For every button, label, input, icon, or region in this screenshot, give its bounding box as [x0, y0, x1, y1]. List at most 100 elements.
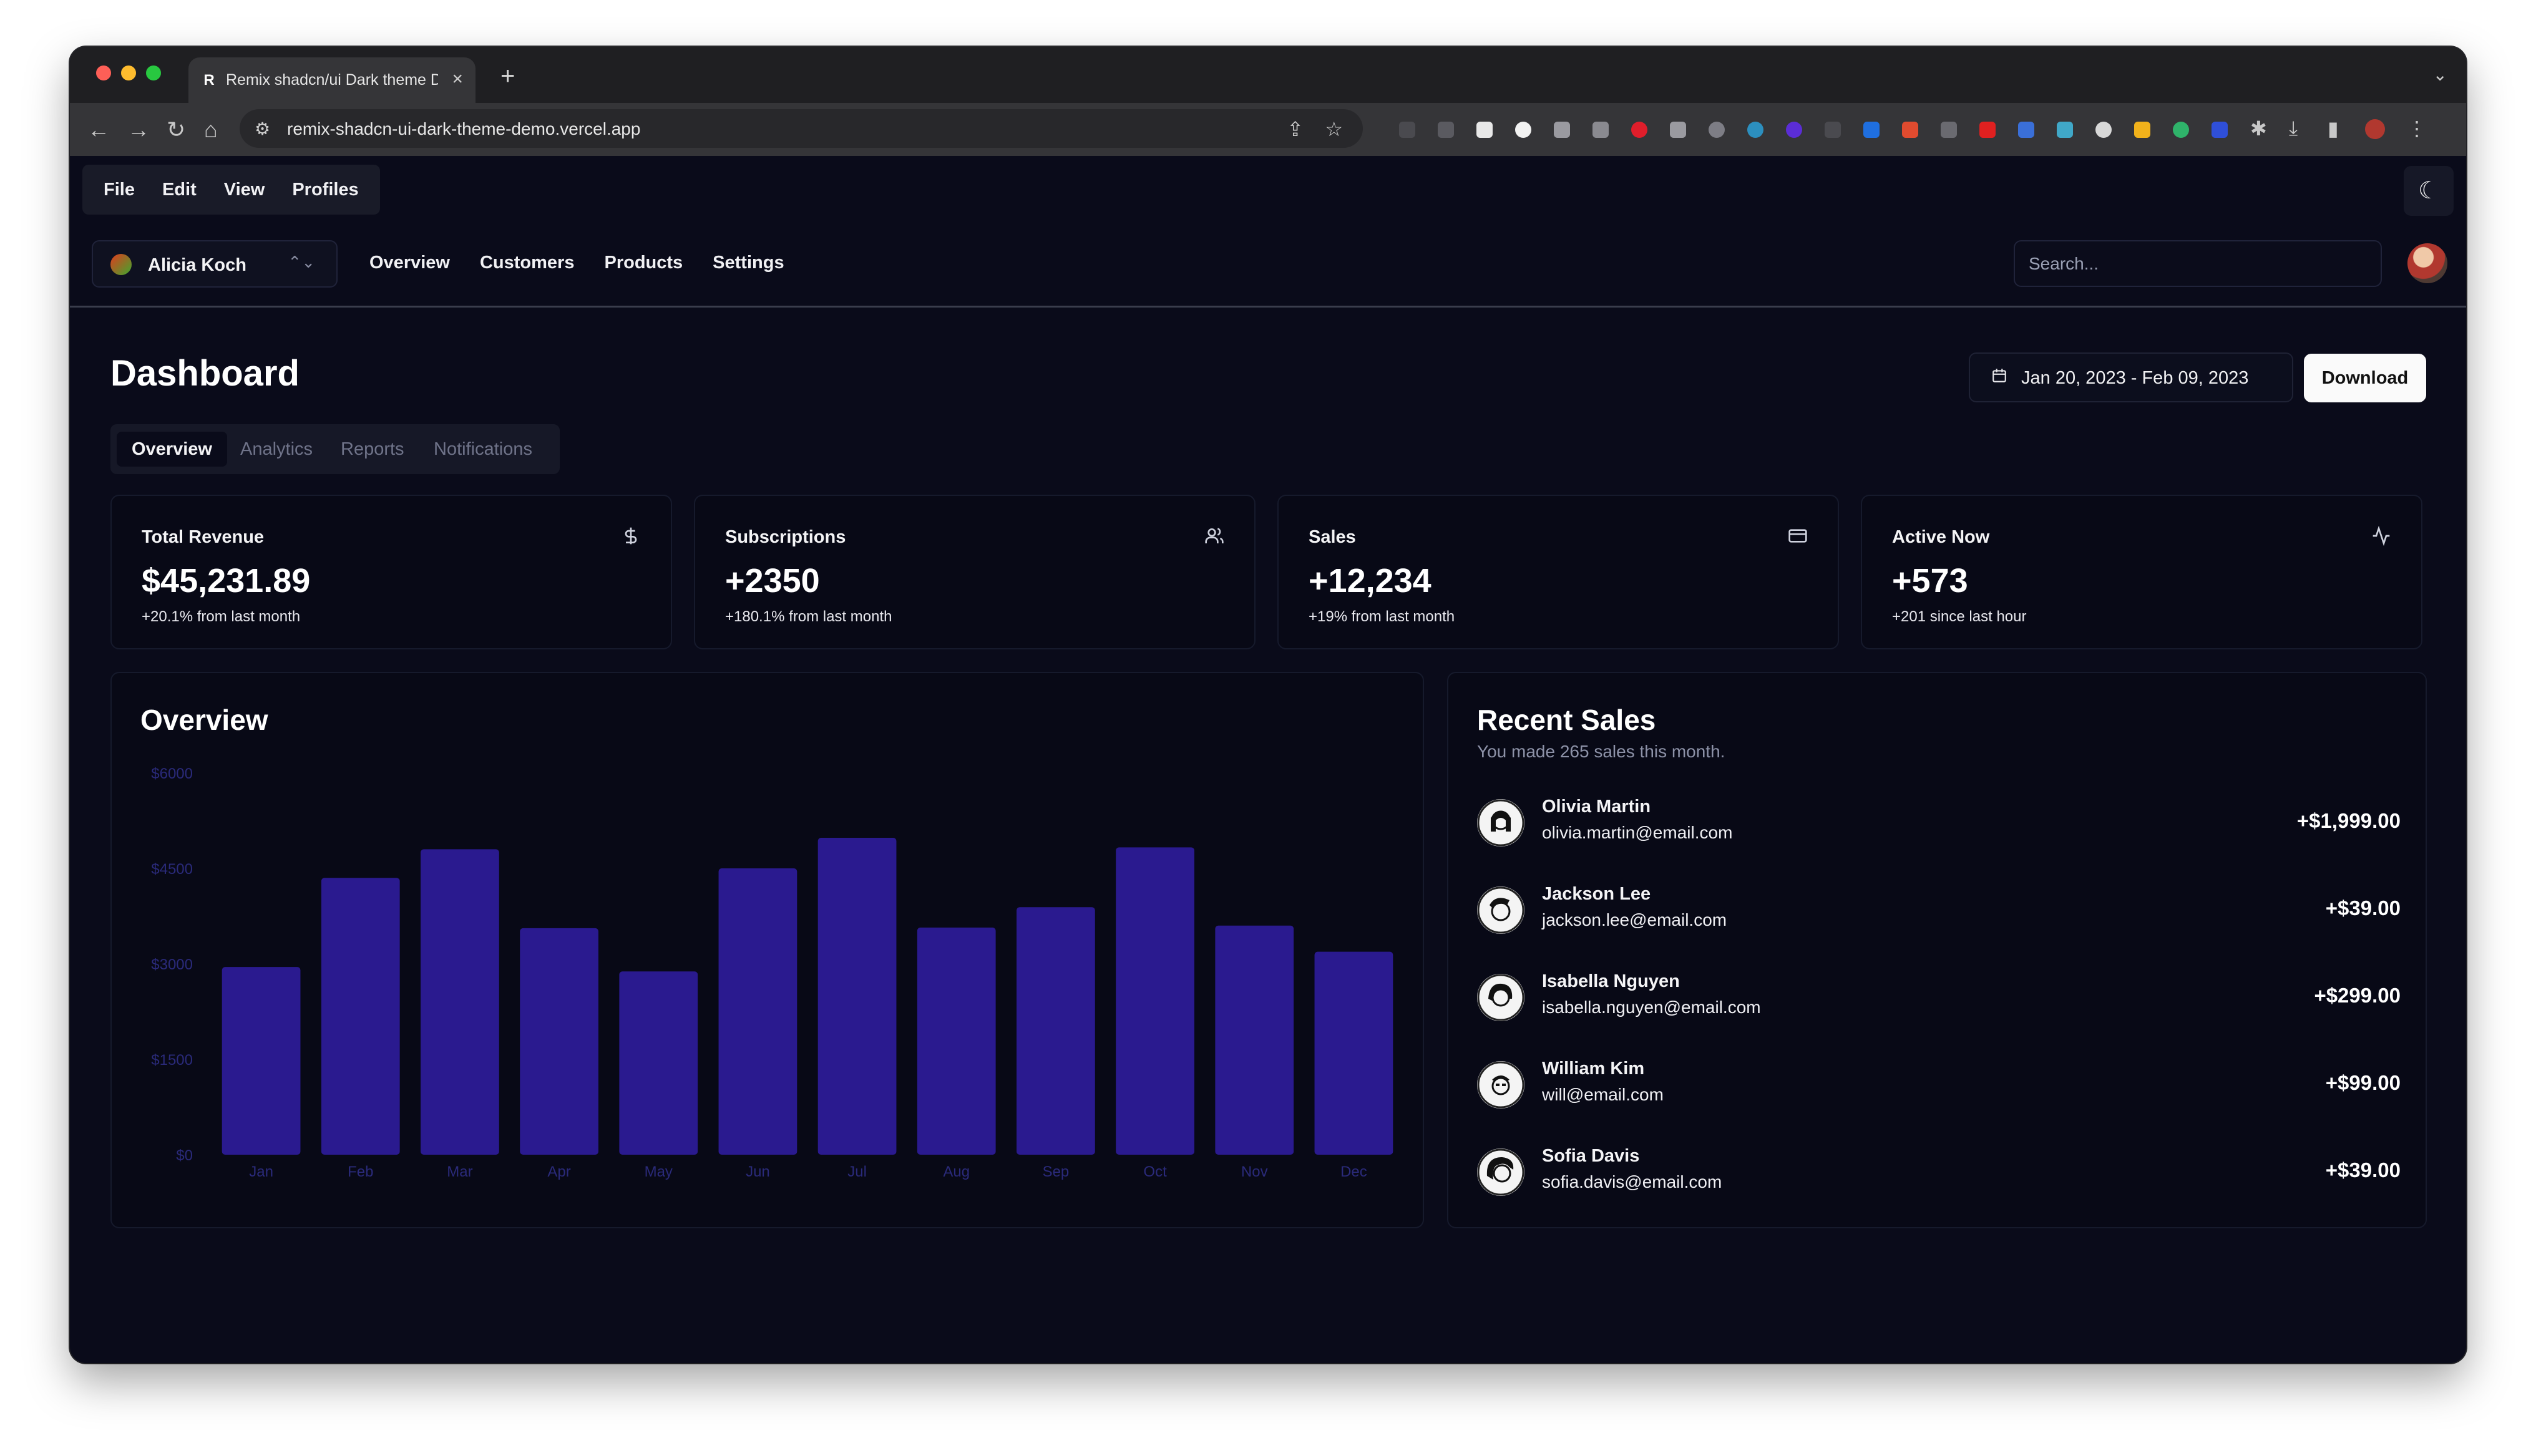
- browser-window: R Remix shadcn/ui Dark theme D × + ⌄ ← →…: [70, 47, 2466, 1363]
- customer-name: Isabella Nguyen: [1542, 971, 1680, 991]
- extension-icon[interactable]: [2212, 122, 2228, 138]
- app-menubar: File Edit View Profiles ☾: [70, 156, 2466, 225]
- extension-icon[interactable]: [1592, 122, 1609, 138]
- url-text[interactable]: remix-shadcn-ui-dark-theme-demo.vercel.a…: [287, 119, 640, 139]
- extension-icon[interactable]: [1786, 122, 1802, 138]
- extension-icon[interactable]: [2018, 122, 2034, 138]
- nav-customers[interactable]: Customers: [480, 253, 575, 273]
- close-tab-icon[interactable]: ×: [452, 69, 463, 90]
- extension-icon[interactable]: [2095, 122, 2112, 138]
- site-info-icon[interactable]: ⚙: [255, 119, 270, 139]
- extension-icon[interactable]: [1399, 122, 1415, 138]
- extension-icon[interactable]: [1476, 122, 1493, 138]
- close-window-button[interactable]: [96, 66, 111, 80]
- extension-icon[interactable]: [1825, 122, 1841, 138]
- sale-row: Olivia Martin olivia.martin@email.com +$…: [1477, 792, 2401, 866]
- extensions-puzzle-icon[interactable]: ✱: [2250, 117, 2267, 140]
- menubar-container: File Edit View Profiles: [82, 165, 380, 215]
- sale-row: William Kim will@email.com +$99.00: [1477, 1054, 2401, 1128]
- tab-notifications[interactable]: Notifications: [419, 432, 547, 467]
- sale-amount: +$299.00: [2314, 984, 2401, 1007]
- nav-overview[interactable]: Overview: [369, 253, 450, 273]
- user-avatar[interactable]: [2407, 243, 2447, 283]
- stat-value: +12,234: [1309, 562, 1431, 599]
- menu-view[interactable]: View: [210, 180, 279, 200]
- team-switcher[interactable]: Alicia Koch ⌃⌄: [92, 240, 338, 288]
- profile-avatar-icon[interactable]: [2365, 119, 2385, 139]
- x-tick-label: Jun: [746, 1163, 770, 1180]
- overview-panel: Overview $0 $1500 $3000 $4500 $6000 Jan Feb Mar…: [110, 672, 1424, 1228]
- nav-settings[interactable]: Settings: [713, 253, 784, 273]
- date-range-picker[interactable]: Jan 20, 2023 - Feb 09, 2023: [1969, 352, 2293, 402]
- extension-icon[interactable]: [1941, 122, 1957, 138]
- share-icon[interactable]: ⇪: [1287, 117, 1304, 141]
- x-tick-label: May: [645, 1163, 673, 1180]
- overview-bar-chart: $0 $1500 $3000 $4500 $6000 Jan Feb Mar Apr May Jun…: [151, 765, 1393, 1180]
- extension-icon[interactable]: [1515, 122, 1531, 138]
- extension-icon[interactable]: [2134, 122, 2150, 138]
- stat-value: +2350: [725, 562, 820, 599]
- stat-change: +201 since last hour: [1892, 608, 2027, 625]
- browser-tab[interactable]: R Remix shadcn/ui Dark theme D ×: [188, 57, 476, 103]
- browser-menu-icon[interactable]: ⋮: [2407, 117, 2427, 140]
- chevrons-up-down-icon: ⌃⌄: [288, 253, 315, 271]
- menu-file[interactable]: File: [90, 180, 149, 200]
- extension-icon[interactable]: [1979, 122, 1996, 138]
- bar-oct: [1116, 847, 1194, 1155]
- extension-icon[interactable]: [2173, 122, 2189, 138]
- extension-icon[interactable]: [1438, 122, 1454, 138]
- sale-amount: +$39.00: [2325, 896, 2401, 920]
- bar-jun: [718, 868, 797, 1155]
- customer-email: sofia.davis@email.com: [1542, 1172, 1722, 1191]
- minimize-window-button[interactable]: [121, 66, 136, 80]
- new-tab-button[interactable]: +: [500, 62, 515, 90]
- avatar: [1477, 799, 1524, 847]
- nav-products[interactable]: Products: [604, 253, 683, 273]
- back-icon[interactable]: ←: [87, 117, 110, 143]
- extension-icon[interactable]: [1631, 122, 1647, 138]
- date-range-text: Jan 20, 2023 - Feb 09, 2023: [2021, 368, 2249, 388]
- reload-icon[interactable]: ↻: [167, 117, 185, 143]
- page-title: Dashboard: [110, 353, 300, 394]
- tab-search-chevron-icon[interactable]: ⌄: [2433, 64, 2447, 85]
- extension-icon[interactable]: [1709, 122, 1725, 138]
- customer-email: will@email.com: [1542, 1085, 1664, 1104]
- bar-mar: [421, 849, 499, 1155]
- download-button[interactable]: Download: [2304, 354, 2426, 402]
- forward-icon[interactable]: →: [127, 117, 150, 143]
- menu-edit[interactable]: Edit: [149, 180, 210, 200]
- bar-apr: [520, 928, 598, 1155]
- users-icon: [1205, 528, 1224, 543]
- tab-reports[interactable]: Reports: [326, 432, 419, 467]
- x-tick-label: Aug: [943, 1163, 970, 1180]
- recent-sales-panel: Recent Sales You made 265 sales this mon…: [1447, 672, 2427, 1228]
- bookmark-star-icon[interactable]: ☆: [1325, 117, 1343, 141]
- address-bar[interactable]: ⚙ remix-shadcn-ui-dark-theme-demo.vercel…: [240, 109, 1363, 148]
- downloads-icon[interactable]: ⤓: [2289, 117, 2298, 140]
- dashboard-tabs: Overview Analytics Reports Notifications: [110, 424, 560, 474]
- extension-icon[interactable]: [1670, 122, 1686, 138]
- extension-icon[interactable]: [1902, 122, 1918, 138]
- side-panel-icon[interactable]: ▮: [2328, 117, 2339, 140]
- main-nav: Overview Customers Products Settings: [369, 253, 784, 273]
- tab-analytics[interactable]: Analytics: [225, 432, 328, 467]
- menu-profiles[interactable]: Profiles: [278, 180, 372, 200]
- bar-may: [619, 971, 698, 1155]
- extension-icon[interactable]: [1554, 122, 1570, 138]
- x-tick-label: Mar: [447, 1163, 472, 1180]
- stat-card-sales: Sales +12,234 +19% from last month: [1277, 495, 1839, 649]
- stat-value: $45,231.89: [142, 562, 311, 599]
- stat-change: +180.1% from last month: [725, 608, 892, 625]
- tab-overview[interactable]: Overview: [117, 432, 227, 467]
- zoom-window-button[interactable]: [146, 66, 161, 80]
- theme-toggle-moon-icon[interactable]: ☾: [2404, 166, 2454, 216]
- extension-icon[interactable]: [1863, 122, 1880, 138]
- extension-icon[interactable]: [1747, 122, 1763, 138]
- extension-icon[interactable]: [2057, 122, 2073, 138]
- sale-amount: +$39.00: [2325, 1158, 2401, 1182]
- search-input[interactable]: Search...: [2014, 240, 2382, 287]
- avatar: [1477, 1061, 1524, 1109]
- home-icon[interactable]: ⌂: [204, 117, 218, 143]
- stat-change: +19% from last month: [1309, 608, 1455, 625]
- recent-sales-title: Recent Sales: [1477, 704, 1656, 736]
